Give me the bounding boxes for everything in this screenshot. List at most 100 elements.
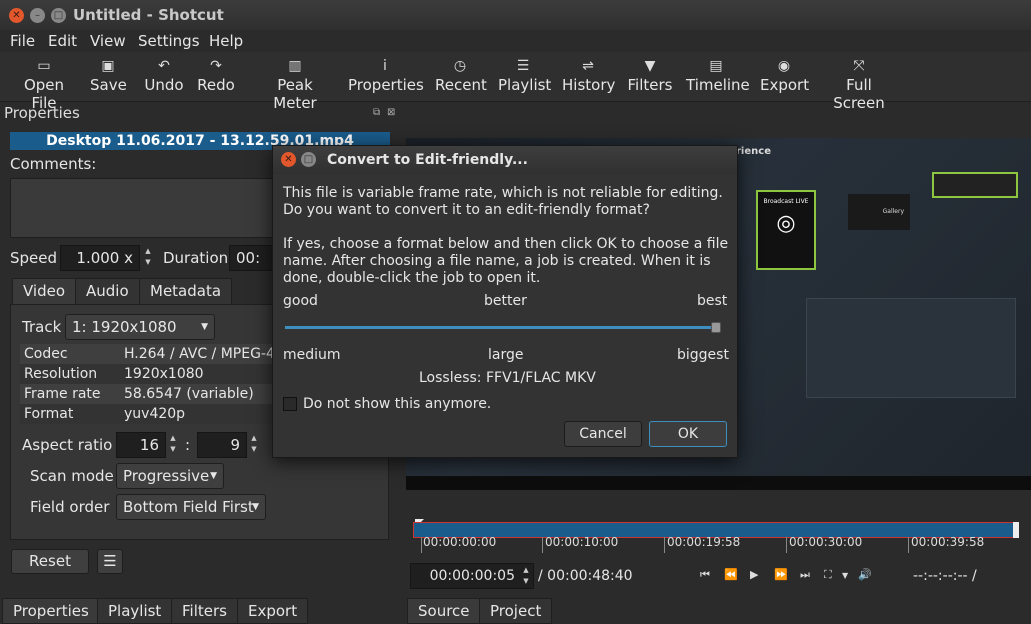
do-not-show-label: Do not show this anymore.: [303, 396, 492, 412]
menu-file[interactable]: File: [10, 32, 35, 50]
aspect-width-field[interactable]: 16: [116, 432, 166, 458]
media-info-table: Codec H.264 / AVC / MPEG-4 Resolution 1920…: [20, 344, 276, 424]
scan-mode-label: Scan mode: [30, 467, 114, 485]
redo-button[interactable]: ↷ Redo: [196, 56, 236, 94]
window-titlebar: ✕ – □ Untitled - Shotcut: [0, 0, 1031, 30]
undo-button[interactable]: ↶ Undo: [144, 56, 184, 94]
format-slider-handle[interactable]: [711, 322, 721, 333]
tab-export[interactable]: Export: [237, 598, 309, 624]
fast-forward-icon[interactable]: ⏩: [774, 568, 788, 581]
panel-float-icon[interactable]: ⧉: [373, 107, 380, 118]
format-slider-track[interactable]: [285, 326, 721, 329]
window-minimize-button[interactable]: –: [30, 8, 45, 23]
tick-label: 00:00:00:00: [423, 535, 497, 549]
play-icon[interactable]: ▶: [750, 568, 758, 581]
tab-metadata[interactable]: Metadata: [139, 278, 233, 304]
fullscreen-icon: ⤧: [853, 58, 865, 74]
tick-label: 00:00:10:00: [545, 535, 619, 549]
save-icon: ▣: [101, 58, 115, 74]
quality-label-good: good: [283, 293, 318, 309]
dialog-title: Convert to Edit-friendly...: [327, 152, 528, 168]
reset-button[interactable]: Reset: [11, 549, 89, 574]
tab-audio[interactable]: Audio: [75, 278, 140, 304]
window-title: Untitled - Shotcut: [73, 6, 224, 24]
tick-label: 00:00:39:58: [911, 535, 985, 549]
size-label-large: large: [488, 347, 524, 363]
window-maximize-button[interactable]: □: [51, 8, 66, 23]
skip-to-start-icon[interactable]: ⏮: [700, 568, 710, 582]
speed-field[interactable]: 1.000 x: [60, 245, 140, 271]
current-timecode-field[interactable]: 00:00:00:05: [410, 563, 534, 589]
tab-properties[interactable]: Properties: [2, 598, 100, 624]
tick-label: 00:00:19:58: [667, 535, 741, 549]
history-button[interactable]: ⇌ History: [562, 56, 615, 94]
folder-open-icon: ▭: [37, 58, 51, 74]
timeline-button[interactable]: ▤ Timeline: [686, 56, 750, 94]
peak-meter-button[interactable]: ▥ Peak Meter: [255, 56, 335, 112]
scan-mode-select[interactable]: Progressive ▼: [116, 463, 224, 489]
tab-project[interactable]: Project: [479, 598, 553, 624]
speed-stepper[interactable]: ▲ ▼: [142, 246, 154, 270]
chevron-down-icon: ▼: [252, 502, 259, 512]
dialog-minimize-button[interactable]: □: [301, 152, 316, 167]
aspect-ratio-label: Aspect ratio: [22, 436, 113, 454]
aspect-height-field[interactable]: 9: [197, 432, 247, 458]
tab-video[interactable]: Video: [12, 278, 77, 304]
window-close-button[interactable]: ✕: [9, 8, 24, 23]
skip-to-end-icon[interactable]: ⏭: [800, 568, 810, 582]
preview-caption: rience: [736, 146, 771, 157]
convert-dialog: ✕ □ Convert to Edit-friendly... This fil…: [272, 145, 738, 458]
tab-playlist[interactable]: Playlist: [97, 598, 173, 624]
timecode-stepper[interactable]: ▲ ▼: [520, 565, 532, 589]
preview-taskbar: [406, 476, 1031, 490]
tab-filters[interactable]: Filters: [171, 598, 238, 624]
aspect-separator: :: [185, 436, 191, 454]
ok-button[interactable]: OK: [649, 421, 727, 447]
menu-settings[interactable]: Settings: [138, 32, 200, 50]
out-point-marker[interactable]: [1013, 522, 1019, 538]
table-row: Codec H.264 / AVC / MPEG-4: [20, 344, 276, 364]
info-icon: ⅰ: [383, 58, 387, 74]
field-order-label: Field order: [30, 498, 110, 516]
menu-help[interactable]: Help: [209, 32, 243, 50]
aspect-height-stepper[interactable]: ▲ ▼: [248, 433, 260, 457]
do-not-show-checkbox[interactable]: [283, 397, 297, 411]
dialog-message-1: This file is variable frame rate, which …: [283, 185, 723, 218]
aspect-width-stepper[interactable]: ▲ ▼: [167, 433, 179, 457]
preview-green-box: [932, 172, 1018, 198]
volume-icon[interactable]: 🔊: [858, 568, 872, 581]
toolbar: ▭ Open File ▣ Save ↶ Undo ↷ Redo ▥ Peak Meter…: [0, 52, 1031, 112]
panel-close-icon[interactable]: ⊠: [387, 107, 395, 118]
save-button[interactable]: ▣ Save: [90, 56, 127, 94]
duration-field[interactable]: 00:: [229, 245, 275, 271]
recent-button[interactable]: ◷ Recent: [435, 56, 487, 94]
rewind-icon[interactable]: ⏪: [724, 568, 738, 581]
properties-menu-icon[interactable]: ☰: [97, 549, 123, 574]
field-order-select[interactable]: Bottom Field First ▼: [116, 494, 266, 520]
menu-view[interactable]: View: [90, 32, 126, 50]
tab-source[interactable]: Source: [407, 598, 481, 624]
properties-panel-title: Properties: [4, 104, 80, 122]
chevron-down-icon[interactable]: ▼: [842, 571, 848, 580]
filters-button[interactable]: ▼ Filters: [627, 56, 673, 94]
timeline-icon: ▤: [709, 58, 723, 74]
history-icon: ⇌: [582, 58, 594, 74]
full-screen-button[interactable]: ⤧ Full Screen: [821, 56, 897, 112]
speed-label: Speed: [10, 249, 58, 267]
menu-edit[interactable]: Edit: [48, 32, 77, 50]
quality-label-better: better: [484, 293, 527, 309]
cancel-button[interactable]: Cancel: [564, 421, 642, 447]
format-description: Lossless: FFV1/FLAC MKV: [419, 370, 596, 386]
dialog-close-button[interactable]: ✕: [281, 152, 296, 167]
playlist-button[interactable]: ☰ Playlist: [498, 56, 551, 94]
peak-meter-icon: ▥: [288, 58, 302, 74]
properties-button[interactable]: ⅰ Properties: [348, 56, 424, 94]
undo-icon: ↶: [158, 58, 170, 74]
redo-icon: ↷: [210, 58, 222, 74]
track-label: Track: [22, 318, 62, 336]
track-select[interactable]: 1: 1920x1080 h264▼: [65, 314, 215, 360]
zoom-icon[interactable]: ⛶: [824, 568, 832, 582]
broadcast-icon: ◎: [776, 211, 796, 236]
quality-label-best: best: [697, 293, 728, 309]
export-button[interactable]: ◉ Export: [760, 56, 809, 94]
